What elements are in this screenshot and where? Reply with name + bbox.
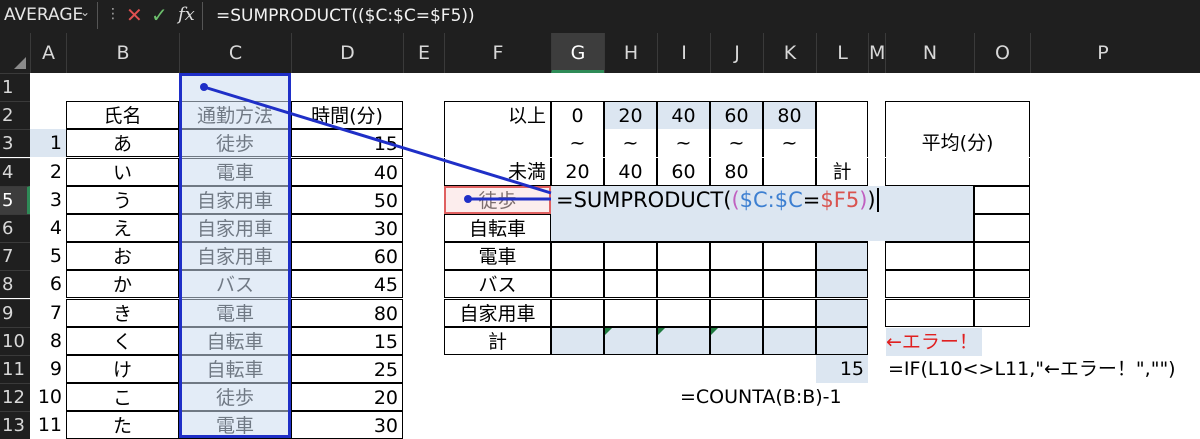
reference-arrows (200, 83, 552, 203)
reference-arrow-c (203, 85, 552, 195)
reference-arrow-f5-start (464, 195, 472, 203)
reference-arrow-c-start (200, 83, 208, 91)
